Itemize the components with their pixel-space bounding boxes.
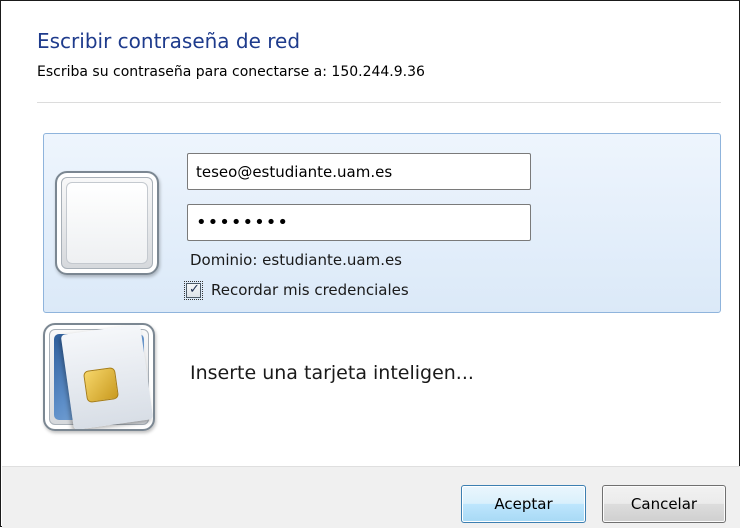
smart-card-chip-icon [82,366,120,404]
domain-label: Dominio: estudiante.uam.es [190,251,402,269]
header-divider [37,102,721,103]
username-input[interactable] [187,153,531,190]
dialog-subtitle: Escriba su contraseña para conectarse a:… [37,64,425,80]
user-tile-inner [66,182,148,264]
ok-button[interactable]: Aceptar [461,485,586,523]
smart-card-option-label[interactable]: Inserte una tarjeta inteligen... [190,362,474,384]
remember-credentials-option[interactable]: ✓ Recordar mis credenciales [184,279,409,301]
dialog-title: Escribir contraseña de red [37,29,301,53]
checkmark-icon: ✓ [189,281,200,297]
cancel-button[interactable]: Cancelar [602,485,726,523]
password-input[interactable] [187,204,531,241]
remember-checkbox-label[interactable]: Recordar mis credenciales [211,281,409,299]
user-tile-icon [55,171,159,275]
dialog-window: Escribir contraseña de red Escriba su co… [0,0,740,528]
smart-card-icon[interactable] [43,323,155,431]
remember-checkbox[interactable]: ✓ [184,280,203,300]
